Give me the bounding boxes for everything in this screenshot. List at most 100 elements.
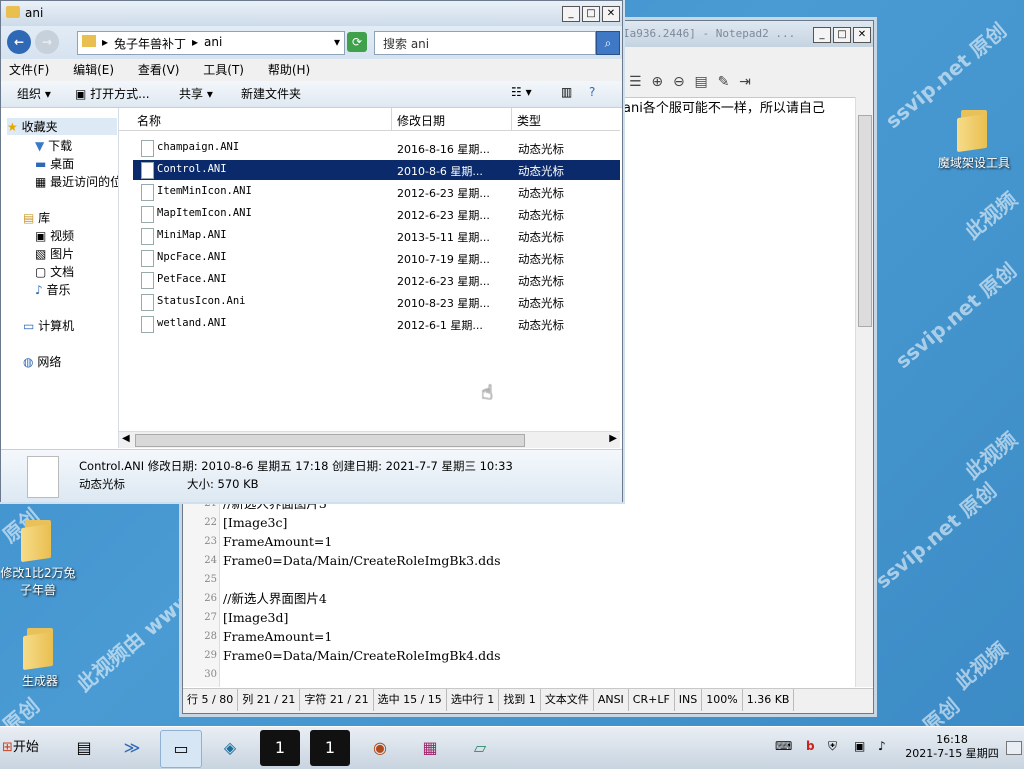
- breadcrumb-arrow-icon[interactable]: ▸: [102, 35, 108, 49]
- minimize-button[interactable]: _: [562, 6, 580, 22]
- desktop-icon-generator[interactable]: 生成器: [0, 628, 80, 689]
- file-row[interactable]: NpcFace.ANI 2010-7-19 星期... 动态光标: [133, 248, 620, 268]
- search-icon[interactable]: ⌕: [596, 31, 620, 55]
- app-cube-icon[interactable]: ◈: [210, 730, 250, 766]
- volume-muted-icon[interactable]: ♪: [878, 739, 886, 753]
- text-area[interactable]: 21//新选人界面图片3 22 [Image3c] 23 FrameAmount=1…: [183, 494, 835, 684]
- column-date[interactable]: 修改日期: [397, 112, 445, 129]
- view-icon[interactable]: ▤: [695, 74, 708, 90]
- address-field[interactable]: ▸ 兔子年兽补丁 ▸ ani ▾: [77, 31, 345, 55]
- text-line: 28 FrameAmount=1: [204, 629, 333, 644]
- nav-recent[interactable]: ▦ 最近访问的位: [35, 173, 118, 190]
- nav-pictures[interactable]: ▧ 图片: [35, 245, 74, 262]
- details-info: Control.ANI 修改日期: 2010-8-6 星期五 17:18 创建日…: [79, 459, 513, 473]
- breadcrumb-arrow-icon[interactable]: ▸: [192, 35, 198, 49]
- notepad2-taskbar-icon[interactable]: 1: [260, 730, 300, 766]
- desktop-icon-patch[interactable]: 修改1比2万兔子年兽: [0, 520, 80, 598]
- nav-music[interactable]: ♪ 音乐: [35, 281, 71, 298]
- zoom-in-icon[interactable]: ⊕: [651, 74, 663, 90]
- organize-button[interactable]: 组织 ▾: [17, 85, 51, 102]
- desktop-icon-tools[interactable]: 魔域架设工具: [934, 110, 1014, 171]
- clock[interactable]: 16:18 2021-7-15 星期四: [904, 733, 1000, 761]
- close-button[interactable]: ✕: [853, 27, 871, 43]
- status-zoom: 100%: [702, 689, 743, 711]
- explorer-toolbar: 组织 ▾ ▣ 打开方式... 共享 ▾ 新建文件夹 ☷ ▾ ▥ ?: [1, 81, 622, 108]
- maximize-button[interactable]: □: [833, 27, 851, 43]
- explorer-titlebar[interactable]: ani _ □ ✕: [1, 1, 622, 26]
- nav-libraries[interactable]: ▤ 库: [23, 209, 50, 226]
- text-line: 29 Frame0=Data/Main/CreateRoleImgBk4.dds: [204, 648, 501, 663]
- breadcrumb-item[interactable]: 兔子年兽补丁: [114, 35, 186, 52]
- open-with-button[interactable]: ▣ 打开方式...: [75, 85, 150, 102]
- powershell-icon[interactable]: ≫: [112, 730, 152, 766]
- scroll-thumb[interactable]: [135, 434, 525, 447]
- address-bar-area: ← → ▸ 兔子年兽补丁 ▸ ani ▾ ⟳ 搜索 ani ⌕: [1, 26, 622, 59]
- scroll-right-icon[interactable]: ▶: [609, 433, 617, 444]
- keyboard-icon[interactable]: ⌨: [775, 739, 792, 753]
- file-row-selected[interactable]: Control.ANI 2010-8-6 星期... 动态光标: [133, 160, 620, 180]
- app-round-icon[interactable]: ◉: [360, 730, 400, 766]
- horizontal-scrollbar[interactable]: ◀ ▶: [119, 431, 620, 448]
- nav-downloads[interactable]: ▼ 下载: [35, 137, 72, 154]
- back-icon[interactable]: ←: [7, 30, 31, 54]
- file-icon: [141, 294, 154, 311]
- file-row[interactable]: StatusIcon.Ani 2010-8-23 星期... 动态光标: [133, 292, 620, 312]
- help-icon[interactable]: ?: [589, 85, 595, 99]
- menu-tools[interactable]: 工具(T): [203, 59, 244, 81]
- nav-desktop[interactable]: ▬ 桌面: [35, 155, 74, 172]
- breadcrumb-item[interactable]: ani: [204, 35, 222, 49]
- file-row[interactable]: ItemMinIcon.ANI 2012-6-23 星期... 动态光标: [133, 182, 620, 202]
- close-button[interactable]: ✕: [602, 6, 620, 22]
- nav-network[interactable]: ◍ 网络: [23, 353, 61, 370]
- explorer-taskbar-icon[interactable]: ▭: [160, 730, 202, 768]
- preview-pane-icon[interactable]: ▥: [561, 85, 572, 99]
- notepad2-taskbar-icon[interactable]: 1: [310, 730, 350, 766]
- menu-file[interactable]: 文件(F): [9, 59, 49, 81]
- chevron-down-icon[interactable]: ▾: [334, 35, 340, 49]
- scroll-thumb[interactable]: [858, 115, 872, 327]
- folder-icon: [82, 35, 96, 47]
- menu-help[interactable]: 帮助(H): [268, 59, 310, 81]
- nav-videos[interactable]: ▣ 视频: [35, 227, 74, 244]
- menu-edit[interactable]: 编辑(E): [73, 59, 114, 81]
- column-type[interactable]: 类型: [517, 112, 541, 129]
- text-line: 23 FrameAmount=1: [204, 534, 333, 549]
- column-name[interactable]: 名称: [137, 112, 161, 129]
- winrar-icon[interactable]: ▦: [410, 730, 450, 766]
- menu-view[interactable]: 查看(V): [138, 59, 180, 81]
- notebook-icon[interactable]: ▱: [460, 730, 500, 766]
- file-icon: [141, 316, 154, 333]
- file-row[interactable]: MapItemIcon.ANI 2012-6-23 星期... 动态光标: [133, 204, 620, 224]
- search-input[interactable]: 搜索 ani: [374, 31, 596, 55]
- vertical-scrollbar[interactable]: [855, 97, 873, 687]
- server-manager-icon[interactable]: ▤: [64, 730, 104, 766]
- nav-favorites[interactable]: ★ 收藏夹: [7, 118, 117, 135]
- edit-icon[interactable]: ✎: [718, 74, 730, 90]
- network-tray-icon[interactable]: ▣: [854, 739, 865, 753]
- zoom-out-icon[interactable]: ⊖: [673, 74, 685, 90]
- nav-documents[interactable]: ▢ 文档: [35, 263, 74, 280]
- security-icon[interactable]: ⛨: [828, 739, 837, 754]
- status-eol: CR+LF: [629, 689, 675, 711]
- file-row[interactable]: PetFace.ANI 2012-6-23 星期... 动态光标: [133, 270, 620, 290]
- nav-computer[interactable]: ▭ 计算机: [23, 317, 74, 334]
- minimize-button[interactable]: _: [813, 27, 831, 43]
- exit-icon[interactable]: ⇥: [739, 74, 751, 90]
- status-encoding: ANSI: [594, 689, 629, 711]
- recent-icon: ▦: [35, 175, 47, 189]
- show-desktop-icon[interactable]: [1006, 741, 1022, 755]
- tray-app-icon[interactable]: b: [806, 739, 815, 753]
- refresh-icon[interactable]: ⟳: [347, 32, 367, 52]
- status-col: 列 21 / 21: [238, 689, 301, 711]
- scroll-left-icon[interactable]: ◀: [122, 433, 130, 444]
- file-row[interactable]: wetland.ANI 2012-6-1 星期... 动态光标: [133, 314, 620, 334]
- forward-icon[interactable]: →: [35, 30, 59, 54]
- new-folder-button[interactable]: 新建文件夹: [241, 85, 301, 102]
- list-icon[interactable]: ☰: [629, 74, 642, 90]
- share-button[interactable]: 共享 ▾: [179, 85, 213, 102]
- maximize-button[interactable]: □: [582, 6, 600, 22]
- start-button[interactable]: ⊞开始: [2, 736, 39, 755]
- file-row[interactable]: MiniMap.ANI 2013-5-11 星期... 动态光标: [133, 226, 620, 246]
- view-options-icon[interactable]: ☷ ▾: [511, 85, 532, 99]
- file-row[interactable]: champaign.ANI 2016-8-16 星期... 动态光标: [133, 138, 620, 158]
